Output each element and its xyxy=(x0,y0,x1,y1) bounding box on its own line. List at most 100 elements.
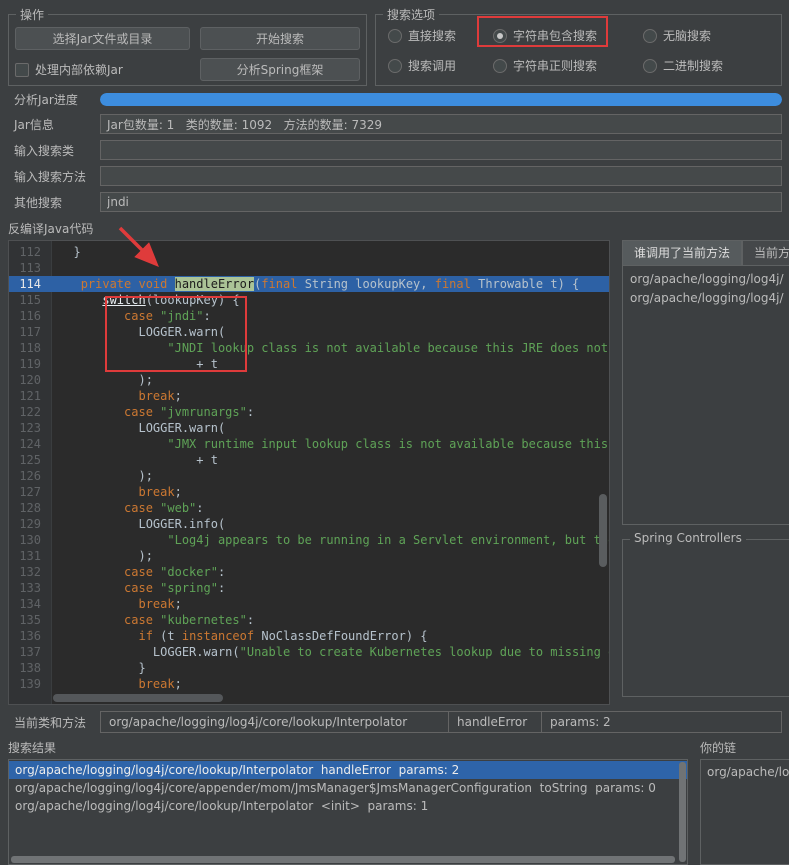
radio-icon xyxy=(643,29,657,43)
current-method-bar: org/apache/logging/log4j/core/lookup/Int… xyxy=(100,711,782,733)
call-panel-tab[interactable]: 当前方法调用了谁 xyxy=(742,240,789,265)
current-method-row: 当前类和方法 org/apache/logging/log4j/core/loo… xyxy=(8,711,782,733)
code-line[interactable]: 112 } xyxy=(9,244,609,260)
search-option-radio[interactable]: 搜索调用 xyxy=(388,57,493,74)
search-options-grid: 直接搜索 字符串包含搜索 无脑搜索 搜索调用 字符串正则搜索 二进制搜索 xyxy=(382,27,775,74)
code-line[interactable]: 120 ); xyxy=(9,372,609,388)
main-area: 112 }113114 private void handleError(fin… xyxy=(8,240,789,705)
results-horizontal-scrollbar[interactable] xyxy=(11,856,675,863)
analyze-spring-button[interactable]: 分析Spring框架 xyxy=(200,58,360,81)
editor-title: 反编译Java代码 xyxy=(8,220,789,237)
chain-label: 你的链 xyxy=(700,739,736,756)
search-result-row[interactable]: org/apache/logging/log4j/core/lookup/Int… xyxy=(9,761,687,779)
jar-info-label: Jar信息 xyxy=(8,116,100,133)
jar-progress-fill xyxy=(100,93,782,106)
search-class-input[interactable] xyxy=(100,140,782,160)
bottom-labels: 搜索结果 你的链 xyxy=(8,739,781,756)
code-line[interactable]: 125 + t xyxy=(9,452,609,468)
search-option-radio[interactable]: 字符串包含搜索 xyxy=(493,27,643,44)
code-editor[interactable]: 112 }113114 private void handleError(fin… xyxy=(8,240,610,705)
radio-label: 二进制搜索 xyxy=(663,57,723,74)
chain-list-item[interactable]: org/apache/logging/log4j/core/lookup/Int… xyxy=(701,763,789,781)
code-line[interactable]: 122 case "jvmrunargs": xyxy=(9,404,609,420)
current-method-field[interactable]: handleError xyxy=(448,712,541,732)
search-class-label: 输入搜索类 xyxy=(8,142,100,159)
other-search-label: 其他搜索 xyxy=(8,194,100,211)
code-line[interactable]: 117 LOGGER.warn( xyxy=(9,324,609,340)
search-options-group: 搜索选项 直接搜索 字符串包含搜索 无脑搜索 搜索调用 字符串正则搜索 xyxy=(375,14,782,86)
inner-jar-label: 处理内部依赖Jar xyxy=(35,61,123,78)
radio-icon xyxy=(643,59,657,73)
code-line[interactable]: 131 ); xyxy=(9,548,609,564)
search-results-label: 搜索结果 xyxy=(8,739,700,756)
radio-icon xyxy=(493,29,507,43)
search-option-radio[interactable]: 字符串正则搜索 xyxy=(493,57,643,74)
search-method-input[interactable] xyxy=(100,166,782,186)
search-result-row[interactable]: org/apache/logging/log4j/core/lookup/Int… xyxy=(9,797,687,815)
code-line[interactable]: 118 "JNDI lookup class is not available … xyxy=(9,340,609,356)
radio-label: 字符串正则搜索 xyxy=(513,57,597,74)
code-line[interactable]: 127 break; xyxy=(9,484,609,500)
radio-label: 搜索调用 xyxy=(408,57,456,74)
code-line[interactable]: 124 "JMX runtime input lookup class is n… xyxy=(9,436,609,452)
current-params-field[interactable]: params: 2 xyxy=(541,712,781,732)
search-option-radio[interactable]: 无脑搜索 xyxy=(643,27,775,44)
spring-controllers-panel: Spring Controllers xyxy=(622,539,789,697)
chain-list: org/apache/logging/log4j/core/lookup/Int… xyxy=(700,759,789,865)
code-line[interactable]: 113 xyxy=(9,260,609,276)
inner-jar-checkbox[interactable]: 处理内部依赖Jar xyxy=(15,61,190,78)
radio-label: 无脑搜索 xyxy=(663,27,711,44)
results-vertical-scrollbar[interactable] xyxy=(679,762,686,862)
code-line[interactable]: 134 break; xyxy=(9,596,609,612)
call-panel: 谁调用了当前方法当前方法调用了谁 org/apache/logging/log4… xyxy=(622,240,789,705)
call-panel-tab[interactable]: 谁调用了当前方法 xyxy=(622,240,742,265)
code-line[interactable]: 135 case "kubernetes": xyxy=(9,612,609,628)
caller-list-item[interactable]: org/apache/logging/log4j/ xyxy=(623,270,789,289)
code-line[interactable]: 132 case "docker": xyxy=(9,564,609,580)
code-line[interactable]: 138 } xyxy=(9,660,609,676)
code-line[interactable]: 129 LOGGER.info( xyxy=(9,516,609,532)
form-area: 分析Jar进度 Jar信息 Jar包数量: 1 类的数量: 1092 方法的数量… xyxy=(0,86,789,212)
jar-info-field: Jar包数量: 1 类的数量: 1092 方法的数量: 7329 xyxy=(100,114,782,134)
code-line[interactable]: 133 case "spring": xyxy=(9,580,609,596)
checkbox-icon xyxy=(15,63,29,77)
current-class-field[interactable]: org/apache/logging/log4j/core/lookup/Int… xyxy=(101,712,448,732)
top-bar: 操作 选择Jar文件或目录 开始搜索 处理内部依赖Jar 分析Spring框架 … xyxy=(0,0,789,86)
start-search-button[interactable]: 开始搜索 xyxy=(200,27,360,50)
caller-list-item[interactable]: org/apache/logging/log4j/ xyxy=(623,289,789,308)
bottom-area: org/apache/logging/log4j/core/lookup/Int… xyxy=(8,759,789,865)
radio-icon xyxy=(388,29,402,43)
code-line[interactable]: 128 case "web": xyxy=(9,500,609,516)
current-method-label: 当前类和方法 xyxy=(8,714,100,731)
code-line[interactable]: 114 private void handleError(final Strin… xyxy=(9,276,609,292)
operations-title: 操作 xyxy=(16,6,48,23)
callers-list: org/apache/logging/log4j/org/apache/logg… xyxy=(622,265,789,525)
code-line[interactable]: 136 if (t instanceof NoClassDefFoundErro… xyxy=(9,628,609,644)
search-option-radio[interactable]: 直接搜索 xyxy=(388,27,493,44)
code-line[interactable]: 119 + t xyxy=(9,356,609,372)
radio-icon xyxy=(493,59,507,73)
radio-label: 字符串包含搜索 xyxy=(513,27,597,44)
code-line[interactable]: 116 case "jndi": xyxy=(9,308,609,324)
spring-controllers-title: Spring Controllers xyxy=(630,531,746,545)
progress-label: 分析Jar进度 xyxy=(8,91,100,108)
select-jar-button[interactable]: 选择Jar文件或目录 xyxy=(15,27,190,50)
code-line[interactable]: 121 break; xyxy=(9,388,609,404)
code-line[interactable]: 130 "Log4j appears to be running in a Se… xyxy=(9,532,609,548)
code-line[interactable]: 139 break; xyxy=(9,676,609,692)
code-line[interactable]: 115 switch(lookupKey) { xyxy=(9,292,609,308)
call-panel-tabs: 谁调用了当前方法当前方法调用了谁 xyxy=(622,240,789,265)
editor-vertical-scrollbar[interactable] xyxy=(599,494,607,567)
operations-group: 操作 选择Jar文件或目录 开始搜索 处理内部依赖Jar 分析Spring框架 xyxy=(8,14,367,86)
other-search-input[interactable] xyxy=(100,192,782,212)
radio-icon xyxy=(388,59,402,73)
radio-label: 直接搜索 xyxy=(408,27,456,44)
search-option-radio[interactable]: 二进制搜索 xyxy=(643,57,775,74)
code-line[interactable]: 137 LOGGER.warn("Unable to create Kubern… xyxy=(9,644,609,660)
jar-progress-bar xyxy=(100,93,782,106)
editor-horizontal-scrollbar[interactable] xyxy=(53,694,223,702)
search-results-list: org/apache/logging/log4j/core/lookup/Int… xyxy=(8,759,688,865)
search-result-row[interactable]: org/apache/logging/log4j/core/appender/m… xyxy=(9,779,687,797)
code-line[interactable]: 126 ); xyxy=(9,468,609,484)
code-line[interactable]: 123 LOGGER.warn( xyxy=(9,420,609,436)
